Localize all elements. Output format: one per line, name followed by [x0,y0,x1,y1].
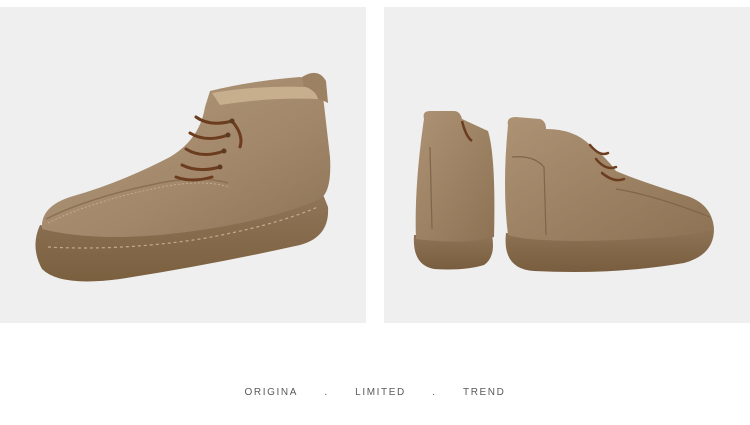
suede-boot-illustration [35,72,331,282]
tagline-word-limited: LIMITED [355,387,406,398]
rear-boot-right [505,117,714,272]
tagline: ORIGINA . LIMITED . TREND [0,387,750,398]
tagline-word-trend: TREND [462,387,506,398]
product-photo-boot-pair [384,7,750,323]
tagline-separator: . [432,387,437,398]
suede-boot-pair-illustration [413,111,714,272]
product-photo-single-boot [0,7,366,323]
tagline-separator: . [324,387,329,398]
tagline-word-origina: ORIGINA [244,387,298,398]
rear-boot-left [413,111,495,270]
